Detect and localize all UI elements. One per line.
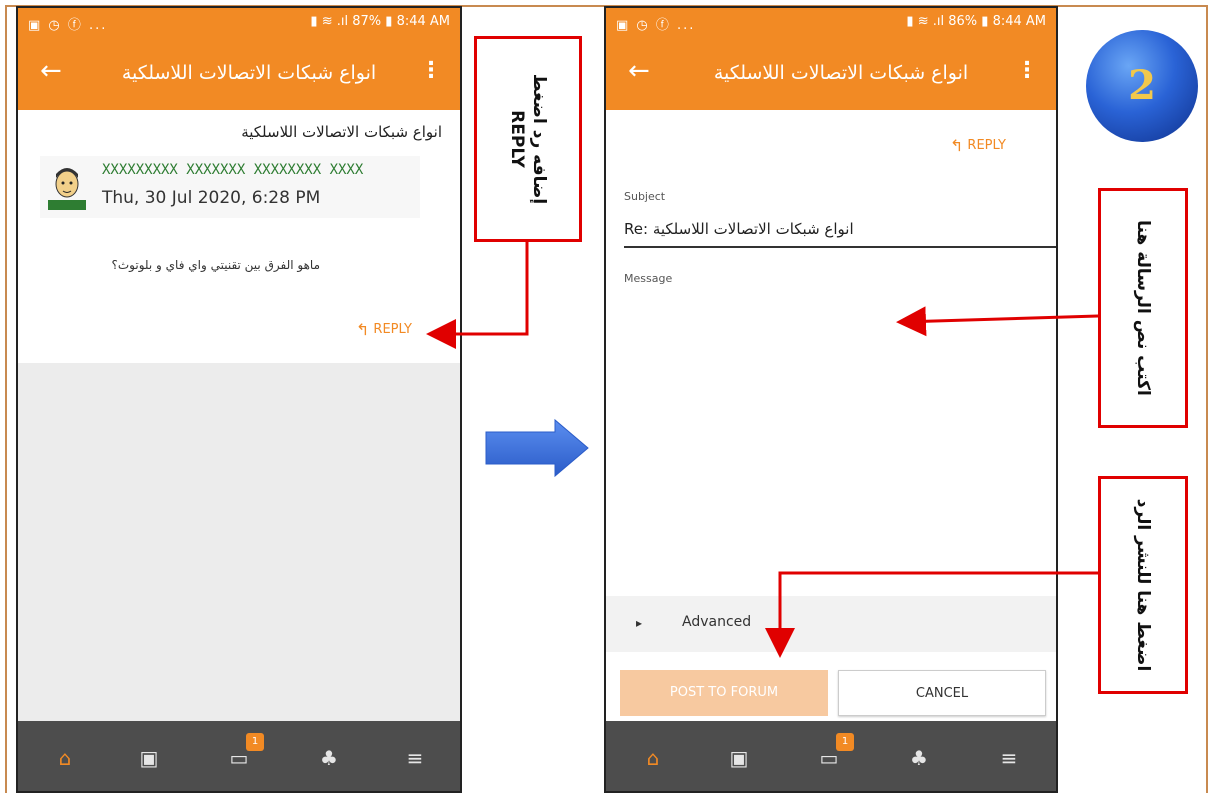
arrow-to-message [896, 306, 1099, 337]
arrow-to-reply [426, 240, 529, 349]
next-step-arrow-icon [485, 418, 589, 478]
tutorial-frame: ▣ ◷ ⓕ ... ▮ ≋ .ıl 87% ▮ 8:44 AM ← انواع … [0, 0, 1211, 796]
arrow-to-post-button [765, 571, 1098, 658]
annotation-arrows [426, 240, 1099, 658]
